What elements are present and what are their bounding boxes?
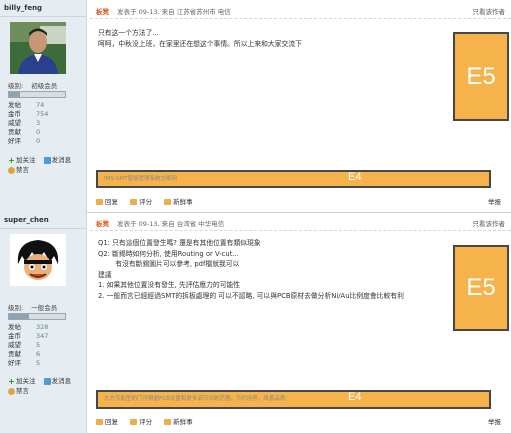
post-footer: 回复 评分 新鲜事 [96,196,203,206]
post-line: 建議 [98,270,112,279]
share-icon [164,199,172,205]
post-line: 有沒有斷錫圖片可以參考, pdf檔就我可以 [98,260,240,268]
level-name: 初级会员 [31,82,58,90]
e4-signature-box: 九方节能型的门可根据PCB设置和更多调节印刷范围，节约培养，改善品质 E4 [96,390,491,409]
post-line: 呵呵，中秋没上班，在家里还在想这个事情。所以上来和大家交流下 [98,39,302,48]
post-floor-label: 板凳 [96,8,109,16]
report-link[interactable]: 举报 [488,416,501,426]
user-actions: +加关注 发消息 禁言 [8,155,77,175]
follow-button[interactable]: +加关注 [8,376,35,386]
stat-row: 威望 3 [8,119,41,127]
stat-row: 好评 5 [8,359,41,367]
divider [0,228,86,229]
share-button[interactable]: 新鲜事 [164,196,193,206]
share-icon [164,419,172,425]
plus-icon: + [8,155,15,165]
reply-button[interactable]: 回复 [96,416,118,426]
stat-row: 贡献 6 [8,350,41,358]
e4-signature-box: IMS-SMT智能管理系统方案网 E4 [96,170,491,188]
stat-row: 好评 0 [8,137,41,145]
message-icon [43,156,51,164]
post-main: 板凳 发表于 09-13, 来自 台湾省 中华电信 只看该作者 Q1: 只有這個… [90,212,511,433]
rate-button[interactable]: 评分 [130,196,152,206]
post-meta: 发表于 09-13, 来自 江苏省苏州市 电信 [117,8,231,16]
follow-button[interactable]: +加关注 [8,155,35,165]
divider [90,18,511,19]
divider [90,230,511,231]
view-author-only-link[interactable]: 只看该作者 [473,6,506,16]
post-line: Q1: 只有這個位置發生嗎? 還是有其他位置有類似現象 [98,239,261,247]
e4-label: E4 [348,171,362,183]
post-floor-label: 板凳 [96,220,109,228]
message-button[interactable]: 发消息 [43,376,71,386]
post-main: 板凳 发表于 09-13, 来自 江苏省苏州市 电信 只看该作者 只有这一个方法… [90,0,511,212]
forum-post: billy_feng 级别: 初级会员 发帖 74 金币 754 威望 3 贡献 0 [0,0,511,213]
user-stats: 发帖 74 金币 754 威望 3 贡献 0 好评 0 [8,101,68,146]
post-body: 只有这一个方法了... 呵呵，中秋没上班，在家里还在想这个事情。所以上来和大家交… [98,28,438,49]
message-icon [43,377,51,385]
user-sidebar: billy_feng 级别: 初级会员 发帖 74 金币 754 威望 3 贡献 0 [0,0,87,212]
view-author-only-link[interactable]: 只看该作者 [473,218,506,228]
post-footer: 回复 评分 新鲜事 [96,416,203,426]
level-label: 级别: [8,82,24,90]
plus-icon: + [8,376,15,386]
avatar[interactable] [10,234,66,286]
rate-icon [130,419,138,425]
share-button[interactable]: 新鲜事 [164,416,193,426]
stat-row: 发帖 74 [8,101,45,109]
post-line: 1. 如果其他位置没有發生, 先評估應力的可能性 [98,281,241,289]
ban-button[interactable]: 禁言 [8,386,29,396]
post-meta: 发表于 09-13, 来自 台湾省 中华电信 [117,220,225,228]
avatar[interactable] [10,22,66,74]
report-link[interactable]: 举报 [488,196,501,206]
reply-button[interactable]: 回复 [96,196,118,206]
reply-icon [96,419,103,425]
post-line: 只有这一个方法了... [98,29,159,37]
ban-button[interactable]: 禁言 [8,165,29,175]
username-link[interactable]: billy_feng [4,4,42,12]
message-button[interactable]: 发消息 [43,155,71,165]
e5-annotation-box: E5 [453,32,509,121]
post-line: Q2: 斷錫時如何分析, 使用Routing or V-cut... [98,249,239,258]
rate-icon [130,199,138,205]
stat-row: 金币 347 [8,332,49,340]
post-header: 板凳 发表于 09-13, 来自 台湾省 中华电信 [96,218,224,228]
signature-link[interactable]: IMS-SMT智能管理系统方案网 [104,174,177,182]
level-label: 级别: [8,304,24,312]
stat-row: 金币 754 [8,110,49,118]
user-actions: +加关注 发消息 禁言 [8,376,77,396]
level-row: 级别: 一般会员 [8,302,57,312]
e5-annotation-box: E5 [453,245,509,331]
stat-row: 威望 5 [8,341,41,349]
ban-icon [8,166,15,174]
user-stats: 发帖 328 金币 347 威望 5 贡献 6 好评 5 [8,323,68,368]
post-line: 2. 一般而言已經經過SMT的拆板處理的 可以不認略, 可以與PCB原材去做分析… [98,291,404,300]
ban-icon [8,387,15,395]
stat-row: 贡献 0 [8,128,41,136]
level-row: 级别: 初级会员 [8,80,57,90]
level-progress-bar [8,91,66,98]
forum-post: super_chen 级别: 一般会员 发帖 328 金币 347 威望 5 贡献 6 [0,212,511,434]
divider [0,16,86,17]
rate-button[interactable]: 评分 [130,416,152,426]
reply-icon [96,199,103,205]
username-link[interactable]: super_chen [4,216,49,224]
stat-row: 发帖 328 [8,323,49,331]
post-header: 板凳 发表于 09-13, 来自 江苏省苏州市 电信 [96,6,231,16]
e4-label: E4 [348,391,362,403]
signature-link[interactable]: 九方节能型的门可根据PCB设置和更多调节印刷范围，节约培养，改善品质 [104,394,285,402]
level-progress-bar [8,313,66,320]
level-name: 一般会员 [31,304,58,312]
user-sidebar: super_chen 级别: 一般会员 发帖 328 金币 347 威望 5 贡献 6 [0,212,87,433]
post-body: Q1: 只有這個位置發生嗎? 還是有其他位置有類似現象 Q2: 斷錫時如何分析,… [98,238,438,301]
